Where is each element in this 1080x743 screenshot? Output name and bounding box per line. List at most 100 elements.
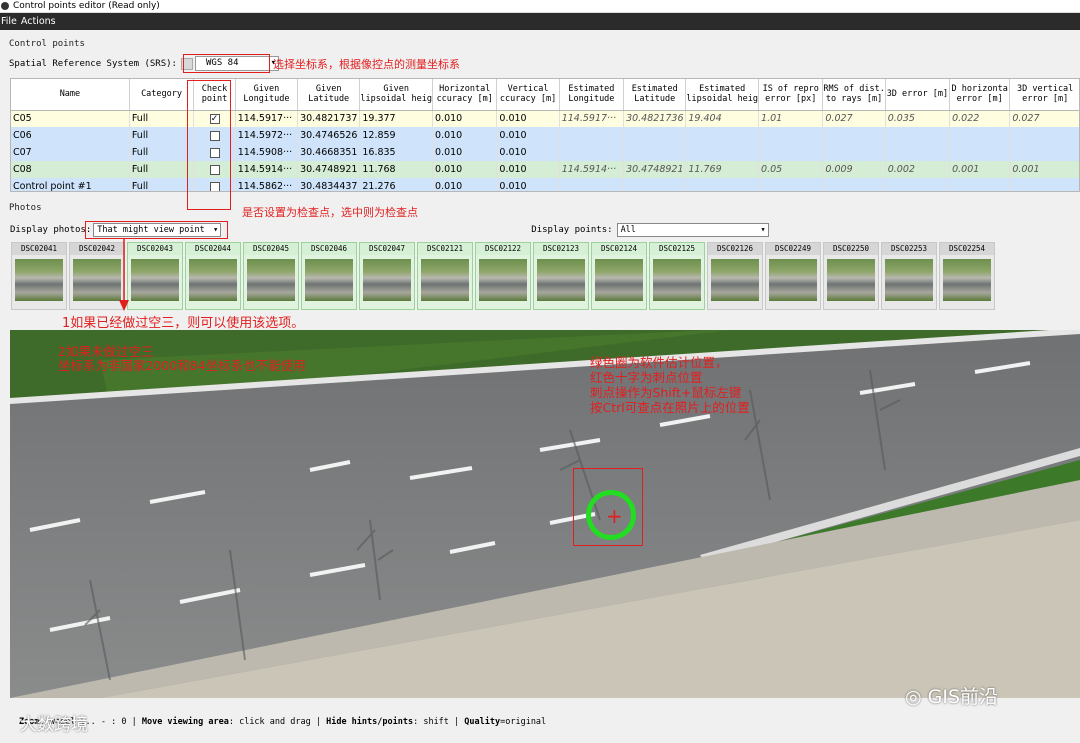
display-photos-label: Display photos: bbox=[10, 225, 92, 235]
column-header[interactable]: Estimated Longitude bbox=[559, 79, 625, 111]
menu-actions[interactable]: Actions bbox=[21, 16, 59, 27]
photo-thumbnail-label: DSC02253 bbox=[882, 243, 936, 255]
photos-heading: Photos bbox=[9, 203, 42, 213]
wechat-icon: ◎ bbox=[905, 686, 922, 708]
menu-file[interactable]: File bbox=[1, 16, 20, 27]
column-header[interactable]: Given lipsoidal heig bbox=[359, 79, 434, 111]
column-header-line1: Horizontal bbox=[439, 84, 491, 95]
photo-thumbnail[interactable]: DSC02045 bbox=[243, 242, 299, 310]
column-header-line1: Category bbox=[141, 89, 183, 100]
photo-thumbnail[interactable]: DSC02124 bbox=[591, 242, 647, 310]
photos-annotation: 1如果已经做过空三，则可以使用该选项。 bbox=[62, 316, 305, 331]
column-header-line1: Given bbox=[253, 84, 280, 95]
photo-thumbnail-image bbox=[189, 259, 237, 301]
photo-thumbnail-label: DSC02042 bbox=[70, 243, 124, 255]
photo-thumbnail-image bbox=[305, 259, 353, 301]
photo-thumbnail[interactable]: DSC02122 bbox=[475, 242, 531, 310]
cell-ev bbox=[1009, 178, 1079, 191]
cell-rms: 0.027 bbox=[822, 110, 886, 127]
photo-thumbnail[interactable]: DSC02126 bbox=[707, 242, 763, 310]
table-row[interactable]: Control point #1 Full 114.5862··· 30.483443… bbox=[11, 178, 1079, 191]
cell-eh bbox=[685, 127, 760, 144]
column-header-line1: Given bbox=[383, 84, 409, 95]
photo-thumbnail-strip: DSC02041 DSC02042 DSC02043 DSC02044 DSC02045… bbox=[11, 242, 997, 312]
table-row[interactable]: C07 Full 114.5908··· 30.4668351 16.835 0.010 0… bbox=[11, 144, 1079, 161]
title-bar: Control points editor (Read only) bbox=[0, 0, 1080, 13]
column-header[interactable]: D horizonta error [m] bbox=[949, 79, 1011, 111]
cell-elon bbox=[559, 144, 625, 161]
cell-vacc: 0.010 bbox=[496, 161, 560, 178]
photo-thumbnail[interactable]: DSC02046 bbox=[301, 242, 357, 310]
column-header-line1: Name bbox=[59, 89, 81, 100]
column-header[interactable]: RMS of dist. to rays [m] bbox=[822, 79, 886, 111]
column-header[interactable]: Vertical ccuracy [m] bbox=[496, 79, 560, 111]
column-header[interactable]: Estimated Latitude bbox=[623, 79, 687, 111]
watermark-right-text: GIS前沿 bbox=[927, 686, 999, 708]
column-header[interactable]: Name bbox=[11, 79, 130, 111]
cell-elon: 114.5917··· bbox=[559, 110, 625, 127]
photo-thumbnail[interactable]: DSC02254 bbox=[939, 242, 995, 310]
table-row[interactable]: C08 Full 114.5914··· 30.4748921 11.768 0.010 0… bbox=[11, 161, 1079, 178]
column-header-line2: error [m] bbox=[956, 94, 1003, 105]
photo-viewer[interactable]: + bbox=[10, 330, 1080, 698]
photo-thumbnail[interactable]: DSC02125 bbox=[649, 242, 705, 310]
app-icon bbox=[1, 2, 9, 10]
cell-rep bbox=[758, 178, 824, 191]
annotation-arrow-icon bbox=[119, 238, 129, 311]
column-header[interactable]: 3D error [m] bbox=[885, 79, 951, 111]
column-header[interactable]: Category bbox=[129, 79, 195, 111]
photo-thumbnail-image bbox=[653, 259, 701, 301]
column-header[interactable]: 3D vertical error [m] bbox=[1009, 79, 1079, 111]
photo-thumbnail[interactable]: DSC02123 bbox=[533, 242, 589, 310]
column-header-line2: Latitude bbox=[308, 94, 350, 105]
column-header-line2: lipsoidal heig bbox=[360, 94, 433, 105]
column-header[interactable]: IS of repro error [px] bbox=[758, 79, 824, 111]
table-row[interactable]: C06 Full 114.5972··· 30.4746526 12.859 0.010 0… bbox=[11, 127, 1079, 144]
photo-thumbnail[interactable]: DSC02042 bbox=[69, 242, 125, 310]
cell-h: 12.859 bbox=[359, 127, 434, 144]
photo-thumbnail[interactable]: DSC02121 bbox=[417, 242, 473, 310]
photo-thumbnail[interactable]: DSC02250 bbox=[823, 242, 879, 310]
marker-annotation: 绿色圈为软件估计位置， 红色十字为刺点位置 刺点操作为Shift+鼠标左键 按C… bbox=[590, 355, 750, 415]
table-row[interactable]: C05 Full ✓ 114.5917··· 30.4821737 19.377 0.010… bbox=[11, 110, 1079, 127]
cell-eh2 bbox=[949, 144, 1011, 161]
cell-lon: 114.5862··· bbox=[235, 178, 299, 191]
display-points-select[interactable]: All ▾ bbox=[616, 223, 769, 237]
photo-thumbnail[interactable]: DSC02041 bbox=[11, 242, 67, 310]
display-points-value: All bbox=[620, 225, 636, 235]
display-points-label: Display points: bbox=[531, 225, 613, 235]
column-header[interactable]: Given Longitude bbox=[235, 79, 299, 111]
photo-thumbnail-image bbox=[537, 259, 585, 301]
watermark-left: 大数跨境 bbox=[20, 715, 88, 735]
cell-eh2 bbox=[949, 127, 1011, 144]
column-header-line2: error [px] bbox=[765, 94, 817, 105]
photo-thumbnail-label: DSC02254 bbox=[940, 243, 994, 255]
cell-name: Control point #1 bbox=[11, 178, 130, 191]
cell-e3d bbox=[885, 178, 951, 191]
photo-thumbnail[interactable]: DSC02044 bbox=[185, 242, 241, 310]
photo-thumbnail-label: DSC02044 bbox=[186, 243, 240, 255]
cell-hacc: 0.010 bbox=[432, 178, 498, 191]
photo-thumbnail[interactable]: DSC02047 bbox=[359, 242, 415, 310]
srs-annotation: 选择坐标系，根据像控点的测量坐标系 bbox=[273, 58, 460, 71]
photo-thumbnail-label: DSC02045 bbox=[244, 243, 298, 255]
cell-name: C05 bbox=[11, 110, 130, 127]
cell-category: Full bbox=[129, 144, 195, 161]
column-header-line2: ccuracy [m] bbox=[499, 94, 557, 105]
photo-thumbnail[interactable]: DSC02043 bbox=[127, 242, 183, 310]
cell-lat: 30.4668351 bbox=[297, 144, 361, 161]
cell-category: Full bbox=[129, 161, 195, 178]
column-header[interactable]: Given Latitude bbox=[297, 79, 361, 111]
column-header-line1: 3D vertical bbox=[1017, 84, 1074, 95]
viewer-annotation: 2如果未做过空三 坐标系为非国家2000和84坐标系也不能使用 bbox=[58, 345, 306, 373]
photo-thumbnail-image bbox=[247, 259, 295, 301]
photo-thumbnail[interactable]: DSC02249 bbox=[765, 242, 821, 310]
column-header-line1: Vertical bbox=[507, 84, 549, 95]
marked-point-cross-icon[interactable]: + bbox=[606, 506, 623, 526]
column-header[interactable]: Estimated lipsoidal heig bbox=[685, 79, 760, 111]
photo-thumbnail[interactable]: DSC02253 bbox=[881, 242, 937, 310]
column-header[interactable]: Horizontal ccuracy [m] bbox=[432, 79, 498, 111]
cell-rms bbox=[822, 178, 886, 191]
cell-elon bbox=[559, 178, 625, 191]
cell-elat bbox=[623, 144, 687, 161]
